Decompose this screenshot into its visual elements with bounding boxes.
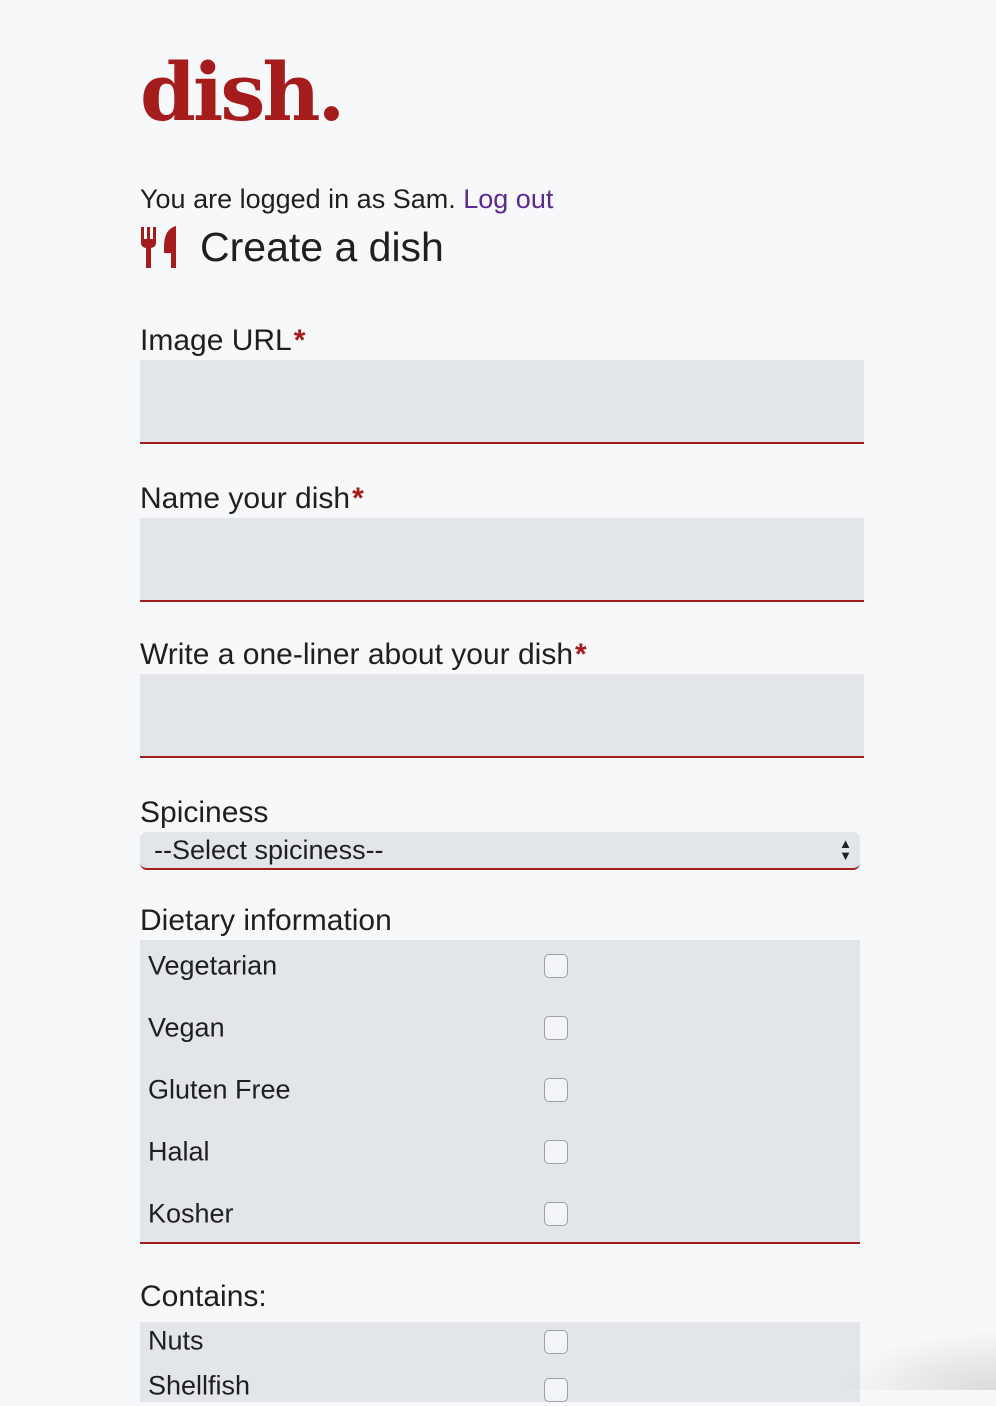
utensils-icon bbox=[140, 225, 178, 269]
spiciness-select[interactable]: --Select spiciness-- ▲ ▼ bbox=[140, 832, 860, 870]
one-liner-label: Write a one-liner about your dish* bbox=[140, 640, 587, 670]
shellfish-checkbox[interactable] bbox=[544, 1378, 568, 1402]
dietary-option-vegan[interactable]: Vegan bbox=[140, 997, 860, 1059]
nuts-checkbox[interactable] bbox=[544, 1330, 568, 1354]
dietary-option-gluten-free[interactable]: Gluten Free bbox=[140, 1059, 860, 1121]
kosher-checkbox[interactable] bbox=[544, 1202, 568, 1226]
contains-option-nuts[interactable]: Nuts bbox=[140, 1322, 860, 1360]
required-marker: * bbox=[575, 638, 587, 671]
dietary-option-label: Vegan bbox=[148, 1012, 225, 1043]
image-url-label: Image URL* bbox=[140, 326, 305, 356]
image-url-input[interactable] bbox=[140, 360, 864, 444]
contains-option-label: Shellfish bbox=[148, 1370, 251, 1401]
dish-logo[interactable]: dish. bbox=[140, 52, 345, 132]
dietary-option-label: Halal bbox=[148, 1136, 210, 1167]
dietary-label: Dietary information bbox=[140, 904, 392, 937]
dietary-option-label: Kosher bbox=[148, 1198, 234, 1229]
spiciness-selected-value: --Select spiciness-- bbox=[154, 834, 384, 865]
page-heading: Create a dish bbox=[140, 222, 444, 272]
image-url-label-text: Image URL bbox=[140, 324, 292, 357]
dietary-checkbox-group: Vegetarian Vegan Gluten Free Halal Koshe… bbox=[140, 940, 860, 1244]
window-shadow bbox=[836, 1330, 996, 1390]
contains-option-shellfish[interactable]: Shellfish bbox=[140, 1360, 860, 1406]
vegetarian-checkbox[interactable] bbox=[544, 954, 568, 978]
halal-checkbox[interactable] bbox=[544, 1140, 568, 1164]
dietary-option-label: Gluten Free bbox=[148, 1074, 291, 1105]
logged-in-text: You are logged in as Sam. bbox=[140, 184, 456, 214]
gluten-free-checkbox[interactable] bbox=[544, 1078, 568, 1102]
spiciness-label: Spiciness bbox=[140, 796, 269, 829]
dish-name-input[interactable] bbox=[140, 518, 864, 602]
contains-option-label: Nuts bbox=[148, 1325, 204, 1356]
one-liner-label-text: Write a one-liner about your dish bbox=[140, 638, 574, 671]
dietary-option-halal[interactable]: Halal bbox=[140, 1121, 860, 1183]
logout-link[interactable]: Log out bbox=[463, 184, 553, 214]
select-arrows-icon: ▲ ▼ bbox=[839, 836, 852, 863]
page-title: Create a dish bbox=[200, 223, 444, 270]
login-status: You are logged in as Sam. Log out bbox=[140, 184, 553, 215]
vegan-checkbox[interactable] bbox=[544, 1016, 568, 1040]
required-marker: * bbox=[352, 482, 364, 515]
dish-name-label: Name your dish* bbox=[140, 484, 364, 514]
dietary-option-kosher[interactable]: Kosher bbox=[140, 1183, 860, 1245]
contains-label: Contains: bbox=[140, 1280, 267, 1313]
contains-checkbox-group: Nuts Shellfish bbox=[140, 1322, 860, 1402]
dish-name-label-text: Name your dish bbox=[140, 482, 351, 515]
dietary-option-label: Vegetarian bbox=[148, 950, 278, 981]
one-liner-input[interactable] bbox=[140, 674, 864, 758]
dietary-option-vegetarian[interactable]: Vegetarian bbox=[140, 935, 860, 997]
required-marker: * bbox=[293, 324, 306, 357]
